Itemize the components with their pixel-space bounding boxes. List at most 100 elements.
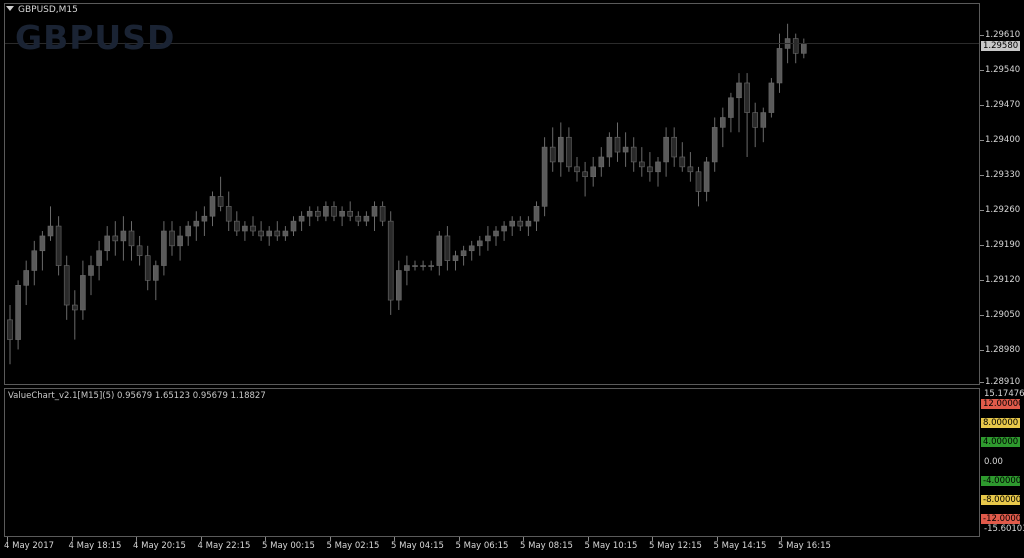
candle-body: [201, 215, 208, 222]
candle-body: [800, 43, 807, 54]
candle-body: [395, 270, 402, 301]
time-axis[interactable]: 4 May 2017 4 May 18:15 4 May 20:15 4 May 22…: [4, 537, 1024, 558]
time-label: 5 May 02:15: [326, 541, 380, 551]
candle-body: [614, 136, 621, 153]
candle-body: [72, 304, 78, 311]
candle-body: [711, 127, 718, 163]
candle-body: [128, 230, 135, 247]
time-label: 5 May 14:15: [713, 541, 767, 551]
candle-body: [452, 255, 459, 261]
candle-body: [792, 38, 799, 54]
price-label: 1.29610: [985, 30, 1021, 40]
symbol-period-label[interactable]: GBPUSD,M15: [6, 5, 78, 15]
symbol-text: GBPUSD,M15: [18, 5, 78, 15]
candle-body: [185, 225, 191, 237]
candle-body: [379, 206, 386, 222]
candle-body: [728, 97, 734, 118]
candle-body: [533, 206, 540, 222]
candle-body: [387, 220, 394, 301]
candle-body: [574, 166, 580, 173]
price-tick: [980, 35, 984, 36]
candle-body: [339, 210, 345, 217]
price-label: 1.29400: [985, 135, 1021, 145]
candle-body: [460, 250, 467, 256]
candle-body: [290, 220, 297, 232]
time-label: 4 May 18:15: [68, 541, 122, 551]
candle-body: [363, 215, 370, 222]
candle-body: [517, 220, 524, 227]
candle-body: [436, 235, 443, 266]
candle-body: [541, 146, 548, 207]
candle-body: [80, 275, 86, 311]
candle-body: [647, 166, 653, 173]
time-label: 4 May 2017: [4, 541, 55, 551]
candle-body: [476, 240, 483, 247]
candle-body: [298, 215, 305, 222]
candle-body: [638, 161, 645, 168]
indicator-zero-label: 0.00: [984, 457, 1003, 467]
candle-body: [323, 206, 329, 217]
price-label: 1.29330: [985, 170, 1021, 180]
candle-body: [719, 117, 726, 128]
candle-body: [47, 225, 54, 237]
candle-body: [622, 146, 629, 153]
indicator-title: ValueChart_v2.1[M15](5) 0.95679 1.65123 …: [8, 391, 266, 401]
indicator-level-badge: 12.00000: [981, 399, 1024, 410]
candle-body: [606, 136, 613, 158]
candle-body: [493, 230, 499, 237]
candle-body: [161, 230, 167, 266]
time-label: 5 May 16:15: [778, 541, 831, 551]
candle-body: [404, 265, 410, 271]
price-label: 1.28980: [985, 345, 1021, 355]
time-label: 5 May 08:15: [520, 541, 573, 551]
candle-body: [23, 270, 30, 286]
candle-body: [355, 215, 362, 222]
candle-body: [193, 220, 200, 227]
candle-body: [225, 206, 232, 222]
chart-menu-triangle-icon[interactable]: [6, 6, 14, 11]
price-label: 1.29470: [985, 100, 1021, 110]
candle-body: [177, 235, 183, 247]
candle-body: [306, 210, 313, 217]
price-tick: [980, 175, 984, 176]
price-tick: [980, 245, 984, 246]
candle-body: [412, 265, 418, 267]
candle-body: [703, 161, 710, 192]
candle-body: [509, 220, 516, 227]
candle-body: [153, 265, 159, 281]
candle-body: [55, 225, 62, 266]
indicator-level-badge: -4.00000: [981, 475, 1022, 486]
candle-body: [258, 230, 264, 237]
candle-body: [428, 265, 435, 267]
candle-body: [768, 82, 775, 113]
symbol-watermark: GBPUSD: [15, 18, 176, 57]
indicator-level-badge: -8.00000: [981, 494, 1022, 505]
time-label: 5 May 06:15: [455, 541, 509, 551]
candle-body: [274, 230, 281, 237]
price-axis[interactable]: 1.29610 1.29540 1.29470 1.29400 1.29330 …: [980, 3, 1024, 387]
candle-body: [314, 210, 321, 217]
time-label: 4 May 22:15: [197, 541, 251, 551]
candle-body: [485, 235, 491, 242]
candle-body: [88, 265, 94, 276]
candle-body: [250, 225, 256, 232]
price-label: 1.28910: [985, 377, 1021, 387]
indicator-min-label: -15.60103: [984, 524, 1024, 534]
candle-body: [63, 265, 70, 306]
price-label: 1.29050: [985, 310, 1021, 320]
candle-body: [39, 235, 46, 252]
candle-body: [590, 166, 597, 178]
candle-body: [120, 230, 127, 242]
candle-body: [744, 82, 750, 113]
price-tick: [980, 350, 984, 351]
indicator-pane[interactable]: [4, 388, 980, 537]
time-label: 4 May 20:15: [133, 541, 186, 551]
candle-body: [630, 146, 637, 163]
candle-body: [468, 245, 475, 252]
candle-body: [655, 161, 661, 173]
price-tick: [980, 105, 984, 106]
current-price-badge: 1.29580: [981, 41, 1020, 51]
candle-body: [736, 82, 742, 99]
indicator-level-badge: 8.00000: [981, 418, 1020, 429]
candle-body: [687, 166, 694, 173]
